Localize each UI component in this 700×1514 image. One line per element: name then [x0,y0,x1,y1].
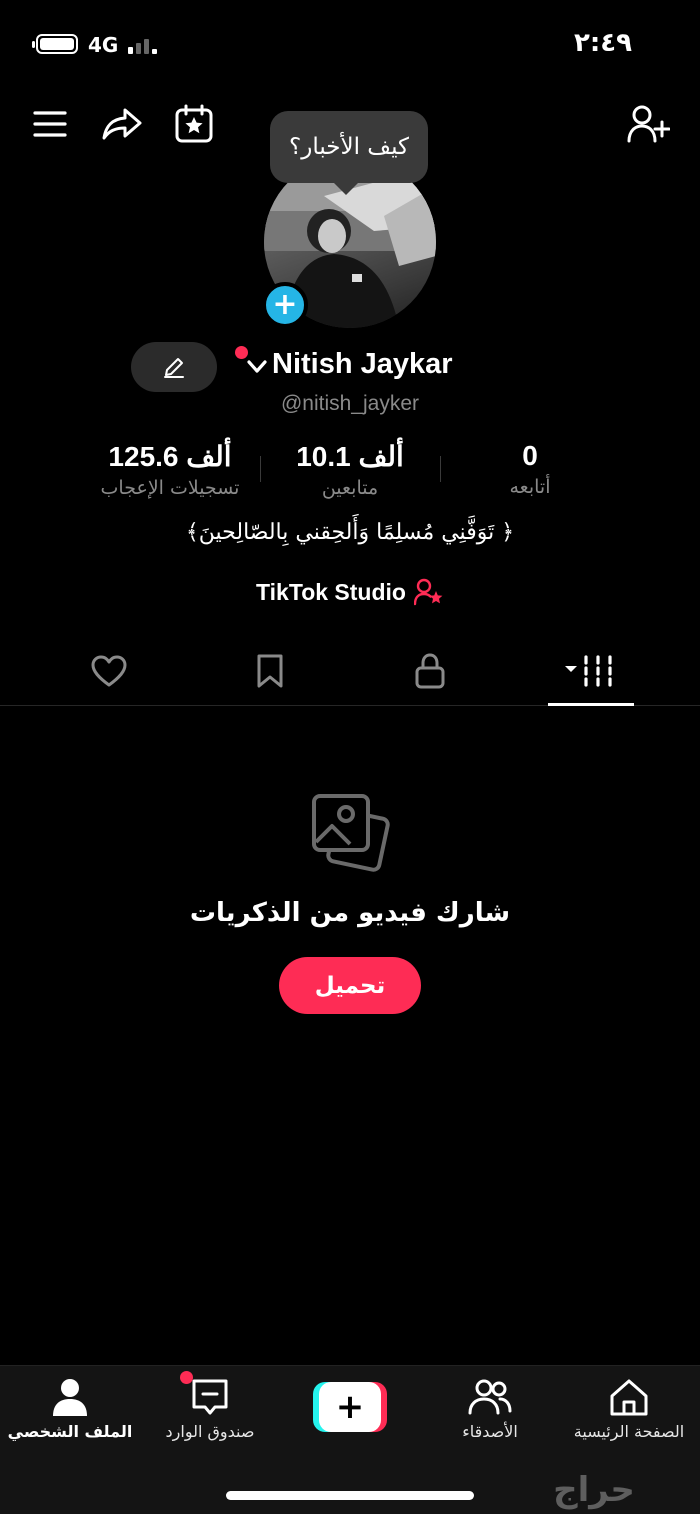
followers-stat[interactable]: 10.1 ألف متابعين [260,440,440,499]
battery-icon [32,34,78,54]
plus-icon: + [319,1382,381,1432]
photos-icon [310,792,392,876]
tab-liked[interactable] [59,640,159,702]
profile-tabs [0,640,700,706]
menu-icon[interactable] [28,102,72,146]
display-name[interactable]: Nitish Jaykar [272,348,453,381]
nav-inbox[interactable]: صندوق الوارد [140,1376,280,1456]
grid-dropdown-icon [565,655,612,687]
inbox-notification-dot [180,1371,193,1384]
followers-count: 10.1 ألف [296,441,404,472]
stat-divider [440,456,441,482]
share-icon[interactable] [100,102,144,146]
nav-profile-label: الملف الشخصي [7,1422,133,1441]
active-tab-indicator [548,703,634,706]
likes-count: 125.6 ألف [108,441,232,472]
username: @nitish_jayker [280,392,420,415]
bio: ﴿ تَوَفَّنِي مُسلِمًا وَأَلحِقني بِالصّا… [185,520,515,545]
tab-videos[interactable] [541,640,641,702]
empty-state-title: شارك فيديو من الذكريات [189,898,511,928]
profile-icon [0,1376,140,1420]
status-bar: 4G ٢:٤٩ [0,0,700,90]
bookmark-icon [257,654,283,688]
pencil-icon [164,358,184,378]
following-label: أتابعه [509,476,551,498]
nav-friends-label: الأصدقاء [462,1422,518,1441]
nav-profile[interactable]: الملف الشخصي [0,1376,140,1456]
status-tooltip[interactable]: كيف الأخبار؟ [270,111,428,195]
following-stat[interactable]: 0 أتابعه [440,440,620,498]
home-icon [559,1376,699,1420]
tab-private[interactable] [380,640,480,702]
clock: ٢:٤٩ [573,28,632,58]
tiktok-studio-link[interactable]: TikTok Studio [0,578,700,606]
likes-label: تسجيلات الإعجاب [100,477,240,499]
home-indicator [226,1491,474,1500]
friends-icon [420,1376,560,1420]
nav-friends[interactable]: الأصدقاء [420,1376,560,1456]
stat-divider [260,456,261,482]
creator-star-icon [413,578,443,606]
add-friend-icon[interactable] [626,102,670,146]
tab-saved[interactable] [220,640,320,702]
heart-icon [91,655,127,687]
calendar-star-icon[interactable] [172,102,216,146]
tiktok-studio-label: TikTok Studio [256,578,406,605]
lock-icon [415,653,445,689]
add-story-button[interactable]: + [262,282,308,328]
nav-inbox-label: صندوق الوارد [165,1422,255,1441]
chevron-down-icon[interactable] [246,356,268,378]
signal-icon [128,36,160,54]
edit-profile-button[interactable] [131,342,217,392]
nav-home-label: الصفحة الرئيسية [573,1422,685,1441]
upload-button[interactable]: تحميل [279,957,421,1014]
inbox-icon [140,1376,280,1420]
network-type: 4G [88,33,119,57]
nav-home[interactable]: الصفحة الرئيسية [559,1376,699,1456]
watermark-logo: حراج [553,1470,635,1510]
following-count: 0 [522,440,538,471]
likes-stat[interactable]: 125.6 ألف تسجيلات الإعجاب [80,440,260,499]
create-button[interactable]: + [313,1382,387,1432]
followers-label: متابعين [321,477,379,499]
